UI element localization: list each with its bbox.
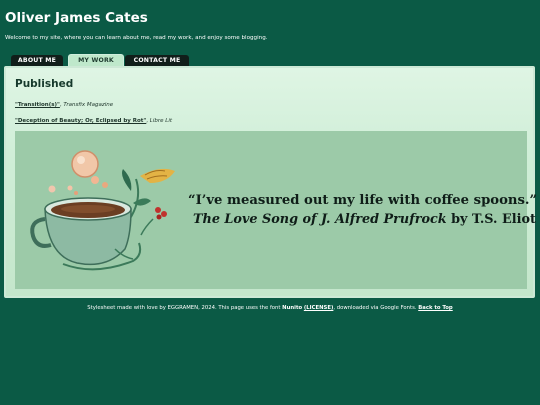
work-item: "Deception of Beauty; Or, Eclipsed by Ro…	[15, 118, 172, 124]
berry-shape	[155, 207, 161, 213]
tab-contact-me[interactable]: CONTACT ME	[125, 55, 189, 66]
leaf-shape	[133, 198, 151, 206]
site-tagline: Welcome to my site, where you can learn …	[5, 35, 268, 41]
quote-source-title: The Love Song of J. Alfred Prufrock	[193, 212, 447, 227]
leaf-shape	[122, 169, 132, 191]
bubble-shape	[74, 191, 78, 195]
bubble-shape	[67, 185, 73, 191]
quote-attribution: The Love Song of J. Alfred Prufrock by T…	[188, 212, 537, 227]
section-heading: Published	[15, 78, 74, 90]
work-title-link[interactable]: "Deception of Beauty; Or, Eclipsed by Ro…	[15, 118, 146, 124]
page-footer: Stylesheet made with love by EGGRAMEN, 2…	[0, 305, 540, 311]
work-separator: ,	[146, 118, 149, 124]
work-publication: Libre Lit	[149, 118, 173, 124]
coffee-swirl	[61, 205, 115, 213]
quote-block: “I’ve measured out my life with coffee s…	[188, 193, 537, 227]
footer-font-name: Nunito	[282, 305, 303, 311]
quote-source-author: by T.S. Eliot	[451, 212, 536, 227]
work-publication: Transfix Magazine	[63, 102, 114, 108]
license-link[interactable]: (LICENSE)	[304, 305, 334, 311]
bubble-shape	[71, 150, 99, 178]
bubble-shape	[102, 182, 108, 188]
tab-about-me[interactable]: ABOUT ME	[11, 55, 63, 66]
content-panel: Published "Transition(s)", Transfix Maga…	[4, 66, 537, 298]
work-item: "Transition(s)", Transfix Magazine	[15, 102, 113, 108]
coffee-cup-illustration	[30, 150, 175, 271]
site-title: Oliver James Cates	[5, 10, 148, 26]
quote-text: “I’ve measured out my life with coffee s…	[188, 193, 538, 208]
berry-shape	[161, 211, 167, 217]
stem-shape	[140, 218, 154, 236]
work-title-link[interactable]: "Transition(s)"	[15, 102, 60, 108]
work-separator: ,	[59, 102, 62, 108]
footer-text: Stylesheet made with love by EGGRAMEN, 2…	[87, 305, 283, 311]
back-to-top-link[interactable]: Back to Top	[418, 305, 452, 311]
bubble-shape	[48, 185, 56, 193]
bubble-highlight	[77, 156, 85, 164]
bubble-shape	[91, 176, 99, 184]
quote-banner: “I’ve measured out my life with coffee s…	[15, 131, 537, 289]
footer-text: , downloaded via Google Fonts.	[333, 305, 419, 311]
berry-shape	[156, 214, 162, 220]
